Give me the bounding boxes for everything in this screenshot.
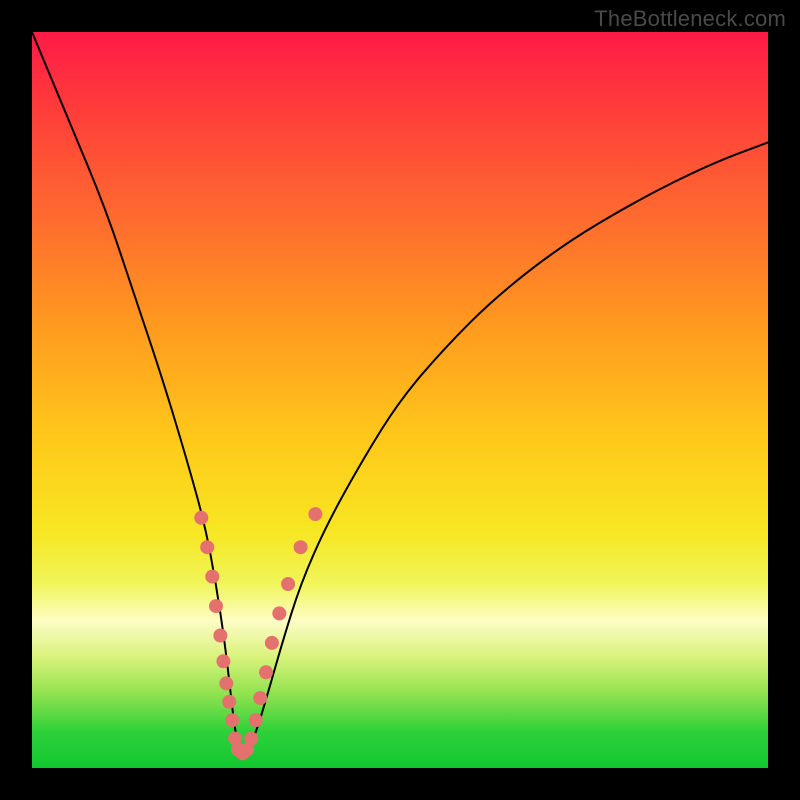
- data-dot: [281, 577, 295, 591]
- data-dot: [244, 732, 258, 746]
- data-dots: [194, 507, 322, 760]
- data-dot: [222, 695, 236, 709]
- data-dot: [219, 676, 233, 690]
- data-dot: [205, 570, 219, 584]
- data-dot: [200, 540, 214, 554]
- plot-area: [32, 32, 768, 768]
- data-dot: [308, 507, 322, 521]
- data-dot: [216, 654, 230, 668]
- data-dot: [253, 691, 267, 705]
- watermark-text: TheBottleneck.com: [594, 6, 786, 32]
- data-dot: [272, 606, 286, 620]
- bottleneck-curve: [32, 32, 768, 753]
- chart-frame: TheBottleneck.com: [0, 0, 800, 800]
- data-dot: [294, 540, 308, 554]
- data-dot: [225, 713, 239, 727]
- data-dot: [259, 665, 273, 679]
- data-dot: [249, 713, 263, 727]
- data-dot: [194, 511, 208, 525]
- curve-svg: [32, 32, 768, 768]
- data-dot: [213, 629, 227, 643]
- data-dot: [209, 599, 223, 613]
- data-dot: [265, 636, 279, 650]
